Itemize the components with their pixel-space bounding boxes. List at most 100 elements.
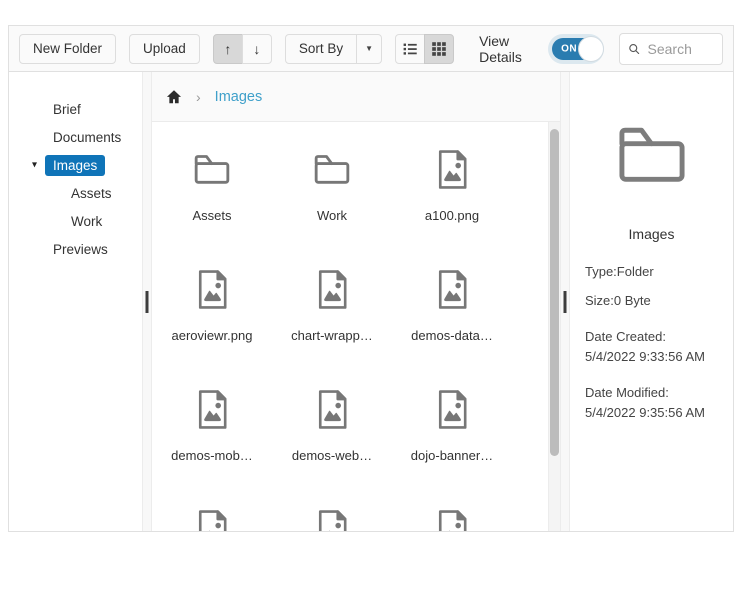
grid-view-button[interactable] bbox=[424, 33, 455, 64]
file-tile-aeroviewr-png[interactable]: aeroviewr.png bbox=[152, 242, 272, 362]
chevron-down-icon: ▼ bbox=[365, 43, 374, 53]
home-icon[interactable] bbox=[166, 89, 182, 105]
scrollbar-thumb[interactable] bbox=[550, 129, 559, 456]
upload-button[interactable]: Upload bbox=[129, 33, 200, 64]
tree-node-documents[interactable]: Documents bbox=[9, 123, 142, 151]
right-splitter[interactable] bbox=[560, 72, 570, 531]
tree-node-label: Brief bbox=[53, 101, 81, 117]
file-tile[interactable] bbox=[392, 482, 512, 531]
file-tile-label: Assets bbox=[192, 208, 232, 223]
toggle-knob bbox=[578, 35, 605, 62]
breadcrumb-current-folder[interactable]: Images bbox=[215, 89, 263, 105]
details-created: Date Created: 5/4/2022 9:33:56 AM bbox=[585, 327, 718, 367]
sort-by-button[interactable]: Sort By bbox=[284, 33, 358, 64]
sort-by-dropdown-button[interactable]: ▼ bbox=[356, 33, 383, 64]
image-file-icon bbox=[318, 269, 346, 309]
search-box bbox=[619, 32, 723, 65]
file-tile-label: dojo-banner… bbox=[410, 448, 494, 463]
file-tile-label: a100.png bbox=[424, 208, 480, 223]
folder-tree: Brief Documents ▾ Images Assets Work Previews bbox=[9, 72, 142, 531]
file-tile-demos-mob-[interactable]: demos-mob… bbox=[152, 362, 272, 482]
details-created-value: 5/4/2022 9:33:56 AM bbox=[585, 349, 705, 364]
left-splitter-handle-icon[interactable] bbox=[145, 290, 149, 313]
search-icon bbox=[629, 43, 640, 54]
file-tile-label: demos-web… bbox=[291, 448, 373, 463]
file-grid: Assets Work a100.png aeroviewr.png chart-wra… bbox=[152, 122, 548, 531]
details-type: Type:Folder bbox=[585, 264, 654, 279]
file-tile-work[interactable]: Work bbox=[272, 122, 392, 242]
file-tile-icon-area bbox=[315, 266, 350, 312]
image-file-icon bbox=[318, 509, 346, 531]
file-tile-chart-wrapp-[interactable]: chart-wrapp… bbox=[272, 242, 392, 362]
file-tile-icon-area bbox=[435, 266, 470, 312]
image-file-icon bbox=[438, 149, 466, 189]
tree-node-label: Previews bbox=[53, 241, 108, 257]
tree-node-label: Work bbox=[71, 213, 103, 229]
file-tile-icon-area bbox=[435, 146, 470, 192]
file-tile-label: Work bbox=[316, 208, 348, 223]
file-tile-label: demos-data… bbox=[411, 328, 493, 343]
file-tile-label: aeroviewr.png bbox=[171, 328, 253, 343]
file-tile-demos-web-[interactable]: demos-web… bbox=[272, 362, 392, 482]
file-tile-icon-area bbox=[192, 146, 232, 192]
details-modified-value: 5/4/2022 9:35:56 AM bbox=[585, 405, 705, 420]
file-tile[interactable] bbox=[152, 482, 272, 531]
file-tile-icon-area bbox=[435, 506, 470, 531]
file-tile-demos-data-[interactable]: demos-data… bbox=[392, 242, 512, 362]
file-tile-icon-area bbox=[195, 266, 230, 312]
file-tile-label: demos-mob… bbox=[171, 448, 253, 463]
image-file-icon bbox=[318, 389, 346, 429]
image-file-icon bbox=[438, 389, 466, 429]
file-tile-label: chart-wrapp… bbox=[291, 328, 373, 343]
tree-node-previews[interactable]: Previews bbox=[9, 235, 142, 263]
image-file-icon bbox=[198, 269, 226, 309]
right-splitter-handle-icon[interactable] bbox=[563, 290, 567, 313]
vertical-scrollbar[interactable] bbox=[548, 122, 560, 531]
view-details-label: View Details bbox=[479, 32, 522, 65]
folder-icon bbox=[314, 155, 350, 184]
details-modified: Date Modified: 5/4/2022 9:35:56 AM bbox=[585, 383, 718, 423]
tree-node-label: Images bbox=[45, 154, 106, 176]
tree-node-label: Assets bbox=[71, 185, 112, 201]
view-details-toggle[interactable]: ON bbox=[552, 35, 605, 62]
left-splitter[interactable] bbox=[142, 72, 152, 531]
collapse-arrow-icon[interactable]: ▾ bbox=[32, 160, 37, 171]
sort-by-group: Sort By ▼ bbox=[284, 33, 383, 64]
details-modified-label: Date Modified: bbox=[585, 385, 669, 400]
view-switcher-group bbox=[395, 33, 455, 64]
sort-ascending-button[interactable]: ↑ bbox=[212, 33, 243, 64]
toolbar: New Folder Upload ↑ ↓ Sort By ▼ View Det… bbox=[9, 26, 733, 72]
main-panel: › Images Assets Work a100.png aeroviewr.png… bbox=[152, 72, 560, 531]
image-file-icon bbox=[438, 269, 466, 309]
breadcrumb-separator-icon: › bbox=[196, 88, 201, 105]
folder-large-icon bbox=[618, 127, 685, 182]
toggle-on-label: ON bbox=[561, 43, 578, 54]
tree-node-assets[interactable]: Assets bbox=[9, 179, 142, 207]
details-panel: Images Type:Folder Size:0 Byte Date Crea… bbox=[570, 72, 733, 531]
file-tile-icon-area bbox=[435, 386, 470, 432]
file-tile-icon-area bbox=[195, 506, 230, 531]
image-file-icon bbox=[438, 509, 466, 531]
new-folder-button[interactable]: New Folder bbox=[19, 33, 117, 64]
folder-icon bbox=[194, 155, 230, 184]
breadcrumb: › Images bbox=[152, 72, 560, 122]
grid-view-icon bbox=[432, 41, 446, 56]
tree-node-images[interactable]: ▾ Images bbox=[9, 151, 142, 179]
file-tile[interactable] bbox=[272, 482, 392, 531]
list-view-icon bbox=[403, 43, 417, 55]
file-tile-icon-area bbox=[315, 506, 350, 531]
file-tile-icon-area bbox=[312, 146, 352, 192]
list-view-button[interactable] bbox=[395, 33, 426, 64]
file-grid-viewport: Assets Work a100.png aeroviewr.png chart-wra… bbox=[152, 122, 560, 531]
tree-node-work[interactable]: Work bbox=[9, 207, 142, 235]
file-tile-assets[interactable]: Assets bbox=[152, 122, 272, 242]
tree-node-brief[interactable]: Brief bbox=[9, 95, 142, 123]
tree-node-label: Documents bbox=[53, 129, 122, 145]
details-file-name: Images bbox=[628, 226, 675, 242]
search-input[interactable] bbox=[647, 40, 714, 57]
sort-descending-button[interactable]: ↓ bbox=[241, 33, 272, 64]
file-tile-dojo-banner-[interactable]: dojo-banner… bbox=[392, 362, 512, 482]
arrow-down-icon: ↓ bbox=[253, 40, 261, 57]
sort-direction-group: ↑ ↓ bbox=[212, 33, 272, 64]
file-tile-a100-png[interactable]: a100.png bbox=[392, 122, 512, 242]
